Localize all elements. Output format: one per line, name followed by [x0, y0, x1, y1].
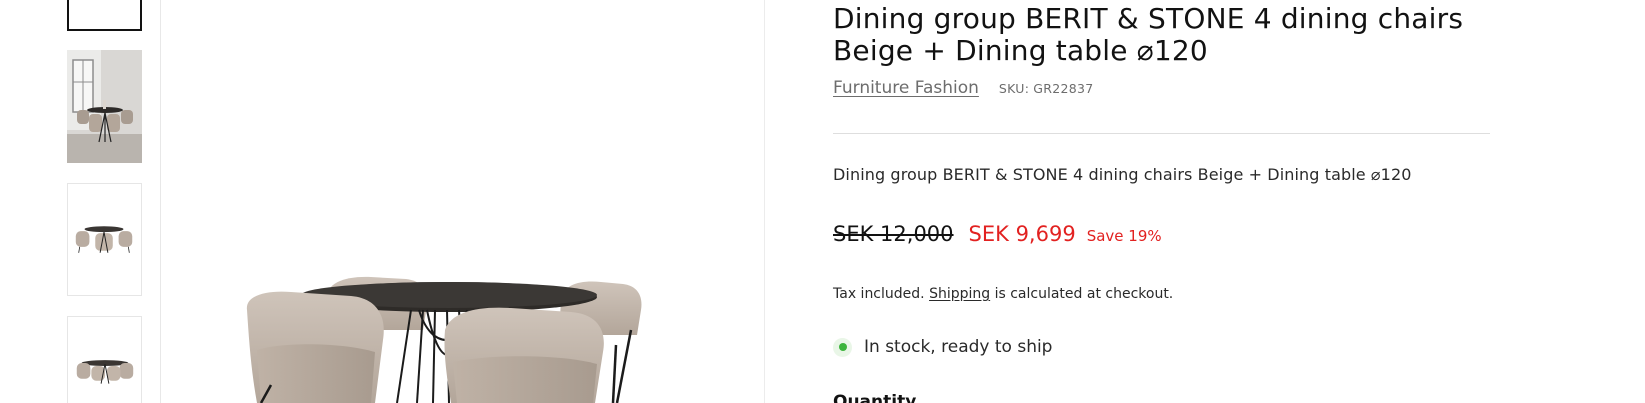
compare-at-price: SEK 12,000 [833, 222, 954, 246]
quantity-label: Quantity [833, 392, 917, 403]
room-scene-icon [67, 50, 142, 163]
dining-set-icon [68, 184, 141, 295]
sku-label: SKU: [998, 81, 1030, 96]
thumbnail-4[interactable] [67, 316, 142, 403]
thumbnail-strip [0, 0, 161, 403]
main-product-image[interactable] [161, 0, 765, 403]
save-badge: Save 19% [1086, 227, 1162, 245]
tax-note-suffix: is calculated at checkout. [994, 286, 1174, 302]
tax-note: Tax included. Shipping is calculated at … [833, 286, 1173, 302]
inventory-status: In stock, ready to ship [833, 337, 1052, 357]
thumbnail-2[interactable] [67, 50, 142, 163]
dining-set-image [161, 0, 764, 403]
vendor-link[interactable]: Furniture Fashion [833, 78, 979, 98]
sku: SKU: GR22837 [999, 81, 1094, 96]
thumbnail-3[interactable] [67, 183, 142, 296]
price-row: SEK 12,000 SEK 9,699 Save 19% [833, 222, 1162, 246]
thumbnail-1[interactable] [67, 0, 142, 31]
in-stock-dot-icon [833, 337, 852, 357]
divider [833, 133, 1490, 134]
shipping-link[interactable]: Shipping [929, 286, 990, 302]
tax-note-prefix: Tax included. [833, 286, 925, 302]
dining-set-angle-icon [68, 317, 141, 403]
product-meta: Furniture Fashion SKU: GR22837 [833, 78, 1094, 98]
product-page: Dining group BERIT & STONE 4 dining chai… [0, 0, 1645, 403]
product-title: Dining group BERIT & STONE 4 dining chai… [833, 2, 1464, 67]
sale-price: SEK 9,699 [968, 222, 1076, 246]
sku-value: GR22837 [1033, 81, 1094, 96]
product-description: Dining group BERIT & STONE 4 dining chai… [833, 165, 1412, 184]
inventory-status-text: In stock, ready to ship [864, 337, 1053, 357]
